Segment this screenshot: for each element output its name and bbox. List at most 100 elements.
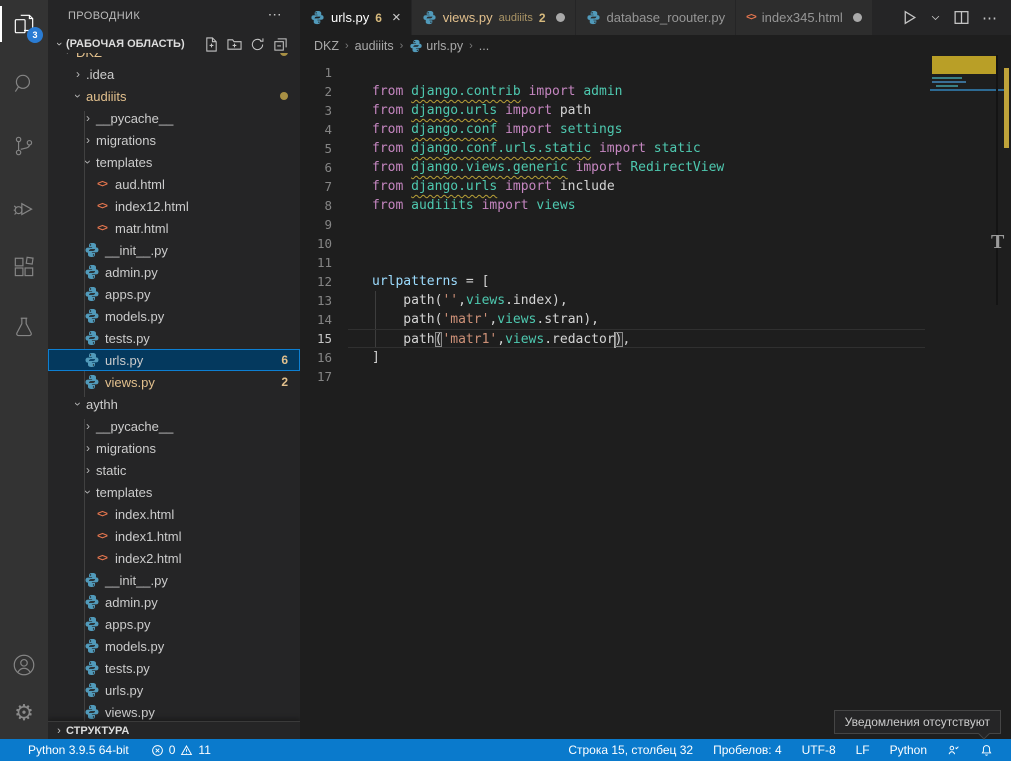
- workspace-section-header[interactable]: › (РАБОЧАЯ ОБЛАСТЬ) ...: [48, 35, 300, 53]
- tree-item-DKZ[interactable]: ›DKZ: [48, 53, 300, 63]
- tree-item-.idea[interactable]: ›.idea: [48, 63, 300, 85]
- testing-icon[interactable]: [0, 304, 48, 352]
- tree-item-admin.py[interactable]: admin.py: [48, 591, 300, 613]
- tree-item-label: admin.py: [105, 595, 158, 610]
- status-problems[interactable]: 011: [143, 739, 219, 761]
- code-line-5[interactable]: 5from django.conf.urls.static import sta…: [300, 139, 1011, 158]
- code-line-2[interactable]: 2from django.contrib import admin: [300, 82, 1011, 101]
- tree-item-migrations[interactable]: ›migrations: [48, 437, 300, 459]
- status-python-interpreter[interactable]: Python 3.9.5 64-bit: [20, 739, 137, 761]
- tree-item-models.py[interactable]: models.py: [48, 635, 300, 657]
- notification-tooltip-text: Уведомления отсутствуют: [845, 715, 990, 729]
- tree-item-tests.py[interactable]: tests.py: [48, 327, 300, 349]
- vscode-window: 3 ⚙ ПРОВОДНИК ⋯ › (РАБ: [0, 0, 1011, 761]
- close-icon[interactable]: ×: [392, 9, 401, 26]
- code-line-1[interactable]: 1: [300, 63, 1011, 82]
- tree-item-templates[interactable]: ›templates: [48, 481, 300, 503]
- tab-index345.html[interactable]: <>index345.html: [736, 0, 873, 35]
- tab-views.py[interactable]: views.pyaudiiits2: [412, 0, 576, 35]
- modified-dot: [280, 92, 288, 100]
- code-line-12[interactable]: 12urlpatterns = [: [300, 272, 1011, 291]
- code-line-16[interactable]: 16]: [300, 348, 1011, 367]
- outline-section-header[interactable]: › СТРУКТУРА: [48, 721, 300, 739]
- breadcrumb-item-urls.py[interactable]: urls.py: [409, 39, 463, 53]
- tree-item-__pycache__[interactable]: ›__pycache__: [48, 415, 300, 437]
- code-line-13[interactable]: 13 path('',views.index),: [300, 291, 1011, 310]
- tree-item-index.html[interactable]: <>index.html: [48, 503, 300, 525]
- tree-item-label: static: [96, 463, 126, 478]
- tree-item-urls.py[interactable]: urls.py: [48, 679, 300, 701]
- code-line-10[interactable]: 10: [300, 234, 1011, 253]
- scrollbar-handle-artifact: T: [991, 231, 1004, 254]
- refresh-icon[interactable]: [250, 37, 265, 52]
- status-language-mode[interactable]: Python: [882, 739, 935, 761]
- code-line-14[interactable]: 14 path('matr',views.stran),: [300, 310, 1011, 329]
- tree-item-__init__.py[interactable]: __init__.py: [48, 239, 300, 261]
- tree-item-static[interactable]: ›static: [48, 459, 300, 481]
- tree-item-aythh[interactable]: ›aythh: [48, 393, 300, 415]
- tree-item-models.py[interactable]: models.py: [48, 305, 300, 327]
- code-line-4[interactable]: 4from django.conf import settings: [300, 120, 1011, 139]
- code-line-content: [348, 215, 925, 234]
- tree-item-views.py[interactable]: views.py: [48, 701, 300, 721]
- run-dropdown-chevron-icon[interactable]: [930, 12, 941, 23]
- breadcrumb-item-audiiits[interactable]: audiiits: [355, 39, 394, 53]
- settings-gear-icon[interactable]: ⚙: [0, 689, 48, 737]
- code-line-11[interactable]: 11: [300, 253, 1011, 272]
- tab-database_roouter.py[interactable]: database_roouter.py: [576, 0, 737, 35]
- explorer-more-actions-icon[interactable]: ⋯: [268, 6, 282, 35]
- tree-item-migrations[interactable]: ›migrations: [48, 129, 300, 151]
- status-feedback[interactable]: [939, 739, 968, 761]
- code-line-15[interactable]: 15 path('matr1',views.redactor),: [300, 329, 1011, 348]
- chevron-down-icon: ›: [71, 396, 85, 412]
- tree-item-__pycache__[interactable]: ›__pycache__: [48, 107, 300, 129]
- explorer-icon[interactable]: 3: [0, 0, 48, 48]
- tree-item-__init__.py[interactable]: __init__.py: [48, 569, 300, 591]
- run-file-icon[interactable]: [901, 9, 918, 26]
- tree-item-views.py[interactable]: views.py2: [48, 371, 300, 393]
- tree-item-audiiits[interactable]: ›audiiits: [48, 85, 300, 107]
- account-icon[interactable]: [0, 641, 48, 689]
- status-indentation[interactable]: Пробелов: 4: [705, 739, 790, 761]
- tree-item-index1.html[interactable]: <>index1.html: [48, 525, 300, 547]
- collapse-all-icon[interactable]: [273, 37, 288, 52]
- code-line-9[interactable]: 9: [300, 215, 1011, 234]
- new-folder-icon[interactable]: [227, 37, 242, 52]
- tree-item-apps.py[interactable]: apps.py: [48, 283, 300, 305]
- code-line-8[interactable]: 8from audiiits import views: [300, 196, 1011, 215]
- tree-item-index2.html[interactable]: <>index2.html: [48, 547, 300, 569]
- split-editor-icon[interactable]: [953, 9, 970, 26]
- breadcrumb-item-DKZ[interactable]: DKZ: [314, 39, 339, 53]
- tab-urls.py[interactable]: urls.py6×: [300, 0, 412, 35]
- modified-dot: [280, 53, 288, 56]
- code-line-17[interactable]: 17: [300, 367, 1011, 386]
- code-line-7[interactable]: 7from django.urls import include: [300, 177, 1011, 196]
- code-line-6[interactable]: 6from django.views.generic import Redire…: [300, 158, 1011, 177]
- new-file-icon[interactable]: [204, 37, 219, 52]
- tree-item-tests.py[interactable]: tests.py: [48, 657, 300, 679]
- code-editor[interactable]: 12from django.contrib import admin3from …: [300, 57, 1011, 739]
- breadcrumb-item-...[interactable]: ...: [479, 39, 489, 53]
- search-icon[interactable]: [0, 60, 48, 108]
- tree-item-label: aud.html: [115, 177, 165, 192]
- status-encoding[interactable]: UTF-8: [794, 739, 844, 761]
- code-line-3[interactable]: 3from django.urls import path: [300, 101, 1011, 120]
- status-eol[interactable]: LF: [848, 739, 878, 761]
- extensions-icon[interactable]: [0, 244, 48, 292]
- breadcrumb-separator-icon: ›: [400, 40, 404, 52]
- tree-item-apps.py[interactable]: apps.py: [48, 613, 300, 635]
- line-number: 8: [300, 196, 348, 215]
- editor-more-actions-icon[interactable]: ⋯: [982, 9, 997, 27]
- source-control-icon[interactable]: [0, 122, 48, 170]
- tree-item-aud.html[interactable]: <>aud.html: [48, 173, 300, 195]
- tree-item-admin.py[interactable]: admin.py: [48, 261, 300, 283]
- status-notifications-bell[interactable]: [972, 739, 1001, 761]
- html-file-icon: <>: [94, 201, 110, 212]
- tree-item-urls.py[interactable]: urls.py6: [48, 349, 300, 371]
- status-cursor-position[interactable]: Строка 15, столбец 32: [560, 739, 701, 761]
- tree-item-templates[interactable]: ›templates: [48, 151, 300, 173]
- tree-item-matr.html[interactable]: <>matr.html: [48, 217, 300, 239]
- tree-item-index12.html[interactable]: <>index12.html: [48, 195, 300, 217]
- tree-item-label: models.py: [105, 639, 164, 654]
- run-debug-icon[interactable]: [0, 184, 48, 232]
